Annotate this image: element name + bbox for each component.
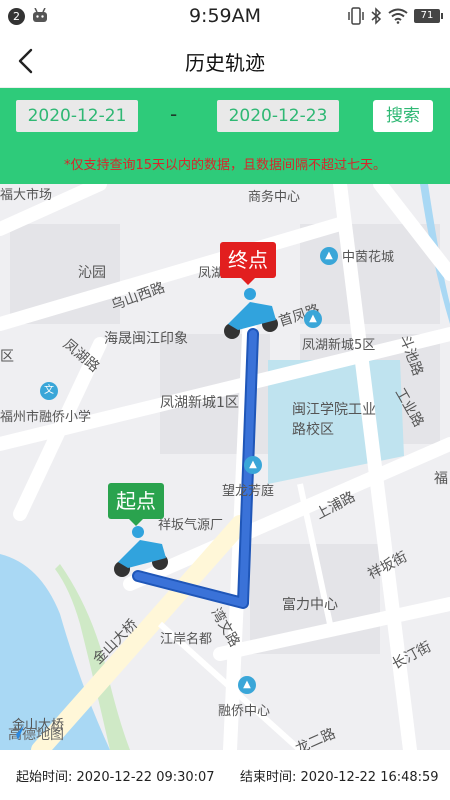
map-label: 闽江学院工业路校区 xyxy=(292,402,376,438)
map-label: 祥坂气源厂 xyxy=(158,518,224,533)
map-label: 融侨中心 xyxy=(218,704,271,719)
end-marker[interactable]: 终点 xyxy=(220,242,276,285)
school-icon: 文 xyxy=(40,382,58,400)
poi-fenghu5: ▲ xyxy=(304,310,322,328)
map-label: 凤湖新城1区 xyxy=(160,395,239,411)
poi-zhongyin: ▲ 中茵花城 xyxy=(320,246,394,265)
poi-qiaoqiao: ▲ xyxy=(238,676,256,694)
building-icon: ▲ xyxy=(320,246,338,265)
amap-arrow-icon xyxy=(10,726,24,740)
map-label: 沁园 xyxy=(78,265,106,281)
start-time: 起始时间: 2020-12-22 09:30:07 xyxy=(16,770,215,785)
poi-wanglong: ▲ xyxy=(244,456,262,474)
building-icon: ▲ xyxy=(304,310,322,328)
trip-time-bar: 起始时间: 2020-12-22 09:30:07 结束时间: 2020-12-… xyxy=(0,750,450,800)
map-label: 海晟闽江印象 xyxy=(104,331,188,347)
start-marker[interactable]: 起点 xyxy=(108,483,164,526)
search-button[interactable]: 搜索 xyxy=(373,100,433,132)
title-bar: 历史轨迹 xyxy=(0,34,450,88)
end-date-picker[interactable]: 2020-12-23 xyxy=(217,100,339,132)
map-label: 福 xyxy=(434,471,448,487)
page-title: 历史轨迹 xyxy=(185,51,265,75)
map-label: 商务中心 xyxy=(248,190,301,205)
map-label: 江岸名都 xyxy=(160,632,213,647)
map-label: 富力中心 xyxy=(282,597,338,613)
map-label: 区 xyxy=(0,349,14,365)
map-view[interactable]: 福大市场 商务中心 ▲ 中茵花城 沁园 凤湖 乌山西路 首凤路 海晟闽江印象 ▲ … xyxy=(0,184,450,750)
start-date-picker[interactable]: 2020-12-21 xyxy=(16,100,138,132)
wifi-icon xyxy=(388,8,408,24)
date-separator: - xyxy=(170,102,178,126)
battery-icon: 71 xyxy=(414,9,443,23)
filter-panel: 2020-12-21 - 2020-12-23 搜索 *仅支持查询15天以内的数… xyxy=(0,88,450,184)
amap-logo: 高德地图 xyxy=(8,724,64,744)
map-label: 望龙芳庭 xyxy=(222,484,275,499)
map-label: 福州市融侨小学 xyxy=(0,410,92,425)
query-notice: *仅支持查询15天以内的数据，且数据间隔不超过七天。 xyxy=(63,158,387,173)
poi-qiaoxiao: 文 xyxy=(40,382,58,400)
map-label: 凤湖新城5区 xyxy=(302,338,376,353)
bluetooth-icon xyxy=(371,7,382,25)
vibrate-icon xyxy=(348,7,364,25)
building-icon: ▲ xyxy=(238,676,256,694)
building-icon: ▲ xyxy=(244,456,262,474)
status-bar: 2 9:59AM 71 xyxy=(0,0,450,34)
end-time: 结束时间: 2020-12-22 16:48:59 xyxy=(240,770,439,785)
map-label: 福大市场 xyxy=(0,188,53,203)
